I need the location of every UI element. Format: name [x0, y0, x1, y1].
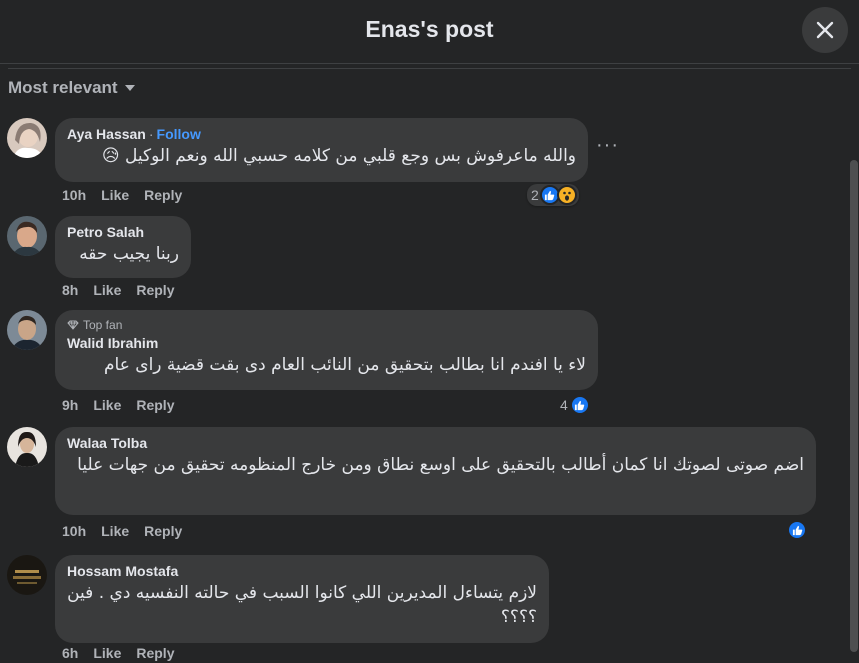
top-fan-badge: Top fan [67, 318, 586, 332]
dialog-header: Enas's post [0, 0, 859, 64]
wow-icon [556, 185, 577, 205]
comment-time[interactable]: 10h [62, 523, 86, 539]
comment-actions: 6h Like Reply [62, 645, 174, 661]
comment-author[interactable]: Walaa Tolba [67, 435, 804, 451]
comment-time[interactable]: 9h [62, 397, 78, 413]
comment-author[interactable]: Hossam Mostafa [67, 563, 537, 579]
reply-button[interactable]: Reply [144, 187, 182, 203]
badge-label: Top fan [83, 318, 123, 332]
header-divider [8, 68, 851, 69]
comment-actions: 8h Like Reply [62, 282, 174, 298]
comment-bubble: Aya Hassan · Follow والله ماعرفوش بس وجع… [55, 118, 588, 182]
reactions-summary[interactable]: 4 [560, 395, 590, 415]
comment-actions: 10h Like Reply [62, 187, 182, 203]
like-button[interactable]: Like [101, 187, 129, 203]
reply-button[interactable]: Reply [136, 397, 174, 413]
sort-dropdown[interactable]: Most relevant [8, 78, 136, 98]
reactions-summary[interactable]: 2 [527, 184, 579, 206]
scrollbar[interactable] [850, 160, 858, 652]
reply-button[interactable]: Reply [136, 282, 174, 298]
separator: · [148, 126, 154, 142]
comment-bubble: Hossam Mostafa لازم يتساءل المديرين اللي… [55, 555, 549, 643]
avatar[interactable] [7, 310, 47, 350]
reaction-count: 2 [531, 187, 539, 203]
comment-author[interactable]: Petro Salah [67, 224, 179, 240]
like-button[interactable]: Like [93, 282, 121, 298]
comment-author[interactable]: Walid Ibrahim [67, 335, 586, 351]
more-options-icon[interactable]: ··· [596, 134, 619, 157]
like-button[interactable]: Like [101, 523, 129, 539]
like-button[interactable]: Like [93, 397, 121, 413]
comment-text: والله ماعرفوش بس وجع قلبي من كلامه حسبي … [101, 146, 576, 166]
comment-actions: 10h Like Reply [62, 523, 182, 539]
comment-time[interactable]: 6h [62, 645, 78, 661]
comment-bubble: Walaa Tolba اضم صوتى لصوتك انا كمان أطال… [55, 427, 816, 515]
comment-time[interactable]: 10h [62, 187, 86, 203]
avatar[interactable] [7, 555, 47, 595]
comment-actions: 9h Like Reply [62, 397, 174, 413]
close-icon [816, 21, 834, 39]
close-button[interactable] [802, 7, 848, 53]
sort-label: Most relevant [8, 78, 118, 97]
reply-button[interactable]: Reply [144, 523, 182, 539]
comment-text: اضم صوتى لصوتك انا كمان أطالب بالتحقيق ع… [77, 455, 804, 475]
comment-time[interactable]: 8h [62, 282, 78, 298]
comment-author[interactable]: Aya Hassan [67, 126, 146, 142]
thumbs-up-icon [787, 520, 807, 540]
dialog-title: Enas's post [365, 16, 494, 42]
reactions-summary[interactable] [787, 520, 807, 540]
avatar[interactable] [7, 118, 47, 158]
avatar[interactable] [7, 216, 47, 256]
thumbs-up-icon [569, 395, 590, 415]
reaction-count: 4 [560, 397, 568, 413]
comment-bubble: Petro Salah ربنا يجيب حقه [55, 216, 191, 278]
reply-button[interactable]: Reply [136, 645, 174, 661]
comment-text: ربنا يجيب حقه [79, 244, 179, 264]
comment-text: لازم يتساءل المديرين اللي كانوا السبب في… [67, 583, 537, 627]
comment-text: لاء يا افندم انا بطالب بتحقيق من النائب … [104, 355, 586, 375]
avatar[interactable] [7, 427, 47, 467]
diamond-icon [67, 320, 79, 330]
caret-down-icon [124, 85, 135, 91]
comment-bubble: Top fan Walid Ibrahim لاء يا افندم انا ب… [55, 310, 598, 390]
like-button[interactable]: Like [93, 645, 121, 661]
follow-link[interactable]: Follow [157, 126, 201, 142]
